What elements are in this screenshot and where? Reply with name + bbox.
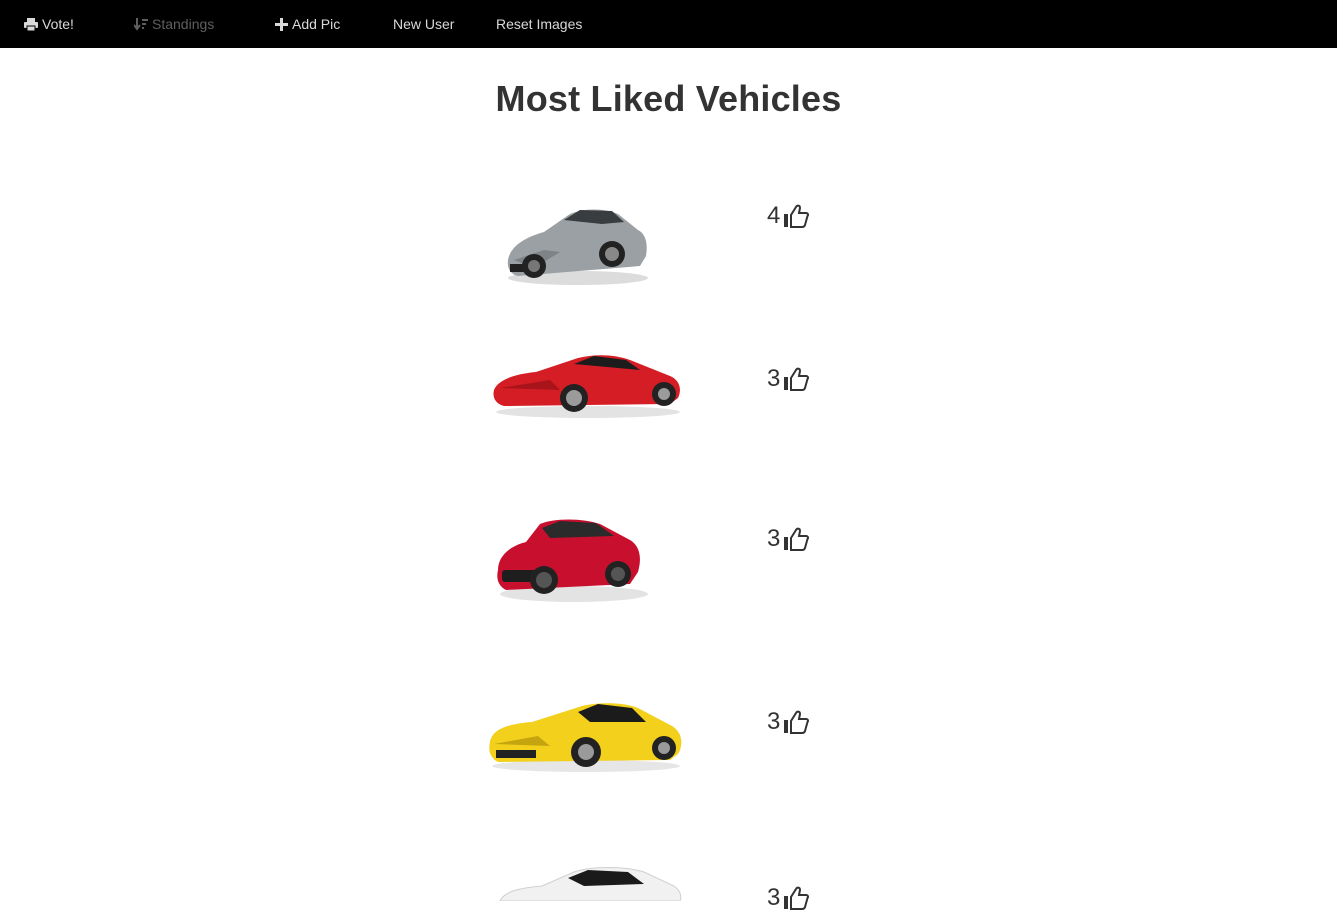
nav-add-pic-link[interactable]: Add Pic: [275, 0, 340, 48]
red-ford-mustang-image[interactable]: [490, 512, 650, 606]
vehicle-likes: 4: [767, 202, 810, 230]
likes-count: 3: [767, 525, 781, 552]
thumbs-up-icon[interactable]: [783, 710, 810, 734]
likes-count: 3: [767, 708, 781, 735]
nav-reset-images-link[interactable]: Reset Images: [496, 0, 582, 48]
vehicle-likes: 3: [767, 884, 810, 912]
nav-add-pic-label: Add Pic: [292, 16, 341, 32]
thumbs-up-icon[interactable]: [783, 886, 810, 910]
vehicle-likes: 3: [767, 708, 810, 736]
sort-icon: [134, 17, 148, 31]
white-sports-car-image[interactable]: [494, 866, 684, 901]
nav-reset-images-label: Reset Images: [496, 16, 583, 32]
plus-icon: [275, 17, 288, 31]
red-ferrari-laferrari-image[interactable]: [490, 350, 686, 422]
likes-count: 4: [767, 202, 781, 229]
thumbs-up-icon[interactable]: [783, 204, 810, 228]
page-title: Most Liked Vehicles: [495, 78, 842, 119]
nav-standings-link[interactable]: Standings: [134, 0, 214, 48]
yellow-corvette-stingray-image[interactable]: [486, 698, 686, 776]
nav-vote-label: Vote!: [42, 16, 74, 32]
printer-icon: [24, 17, 38, 31]
thumbs-up-icon[interactable]: [783, 527, 810, 551]
silver-porsche-918-image[interactable]: [500, 200, 652, 290]
top-navbar: Vote! Standings Add Pic New User Reset I…: [0, 0, 1337, 48]
vehicle-likes: 3: [767, 525, 810, 553]
vehicle-likes: 3: [767, 365, 810, 393]
nav-new-user-label: New User: [393, 16, 455, 32]
nav-new-user-link[interactable]: New User: [393, 0, 454, 48]
nav-vote-link[interactable]: Vote!: [24, 0, 74, 48]
likes-count: 3: [767, 365, 781, 392]
nav-standings-label: Standings: [152, 16, 215, 32]
likes-count: 3: [767, 884, 781, 911]
thumbs-up-icon[interactable]: [783, 367, 810, 391]
